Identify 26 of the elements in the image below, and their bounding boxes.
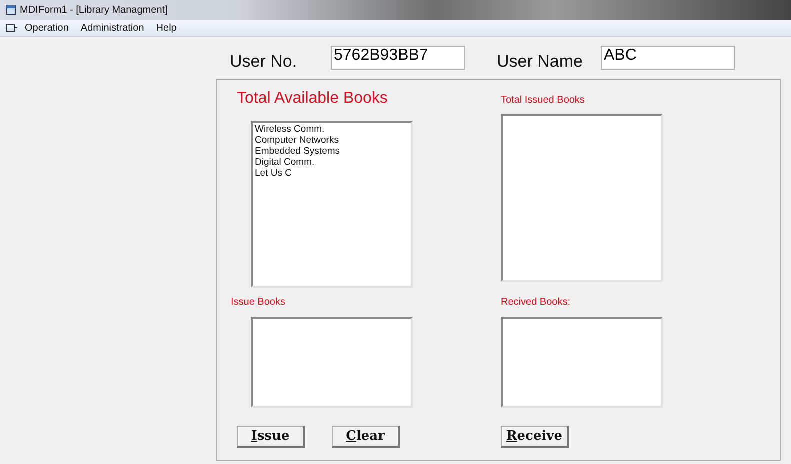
app-icon xyxy=(6,5,16,15)
issued-books-title: Total Issued Books xyxy=(501,95,586,108)
issued-books-list[interactable] xyxy=(501,114,663,282)
list-item[interactable]: Wireless Comm. xyxy=(255,124,325,135)
menu-item[interactable]: Operation xyxy=(20,22,74,34)
menu-item[interactable]: Administration xyxy=(76,22,150,34)
window-title: MDIForm1 - [Library Managment] xyxy=(20,4,168,16)
issue-books-title: Issue Books xyxy=(231,297,286,310)
issue-books-list[interactable] xyxy=(251,317,413,408)
window-icon xyxy=(6,23,18,33)
form-button[interactable]: Issue xyxy=(237,426,305,448)
menu-item[interactable]: Help xyxy=(151,22,182,34)
user-number-field[interactable]: 5762B93BB7 xyxy=(331,46,465,70)
list-item[interactable]: Computer Networks xyxy=(255,135,339,146)
list-item[interactable]: Embedded Systems xyxy=(255,146,340,157)
user-number-label: User No. xyxy=(229,52,298,72)
form-button[interactable]: Clear xyxy=(332,426,400,448)
available-books-list[interactable]: Wireless Comm. Computer Networks Embedded Systems Digital Comm. Let Us C xyxy=(251,121,413,288)
available-books-title: Total Available Books xyxy=(237,90,389,109)
list-item[interactable]: Let Us C xyxy=(255,168,292,179)
user-name-label: User Name xyxy=(497,52,584,72)
received-books-list[interactable] xyxy=(501,317,663,408)
user-name-field[interactable]: ABC xyxy=(601,46,735,70)
list-item[interactable]: Digital Comm. xyxy=(255,157,315,168)
received-books-title: Recived Books: xyxy=(501,297,572,310)
form-button[interactable]: Receive xyxy=(501,426,569,448)
